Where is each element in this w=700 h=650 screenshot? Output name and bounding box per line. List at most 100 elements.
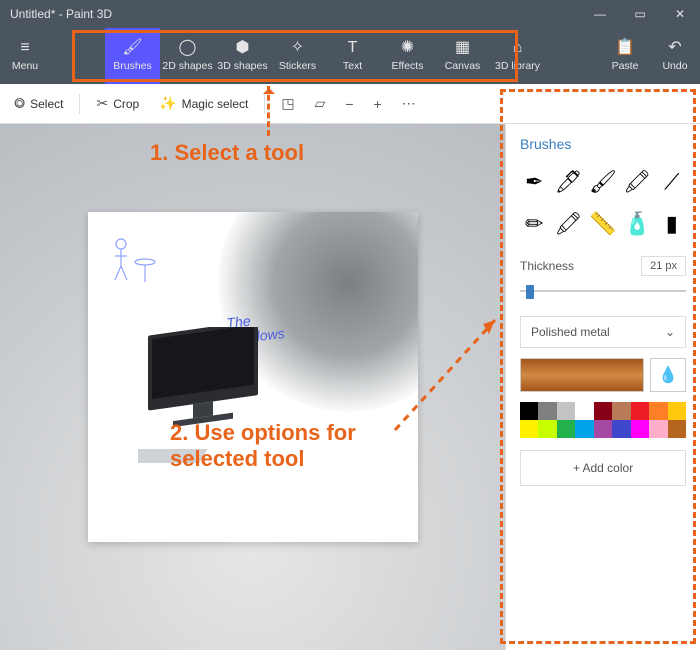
undo-button[interactable]: ↶ Undo: [650, 28, 700, 84]
app-window: Untitled* - Paint 3D — ▭ ✕ ≡ Menu 🖌 Brus…: [0, 0, 700, 650]
brush-calligraphy[interactable]: 🖊: [554, 166, 582, 198]
canvas-area[interactable]: The Windows Club: [0, 124, 505, 650]
color-swatch[interactable]: [668, 402, 686, 420]
brush-watercolor[interactable]: 🖍: [623, 166, 651, 198]
3d-library-icon: ⌂: [513, 40, 523, 56]
color-swatch[interactable]: [649, 420, 667, 438]
side-panel: Brushes ✒ 🖊 🖌 🖍 ⟋ ✏ 🖍 📏 🧴 ▮ Thickness 21…: [505, 124, 700, 650]
effects-icon: ✺: [401, 40, 414, 56]
color-swatch[interactable]: [557, 402, 575, 420]
close-button[interactable]: ✕: [660, 7, 700, 21]
eyedropper-button[interactable]: 💧: [650, 358, 686, 392]
color-swatch[interactable]: [594, 402, 612, 420]
material-value: Polished metal: [531, 325, 610, 339]
ellipsis-icon: ⋯: [402, 95, 416, 112]
minimize-button[interactable]: —: [580, 7, 620, 21]
tab-label: 2D shapes: [162, 60, 212, 72]
cursor-icon: ⭗: [14, 95, 25, 112]
brush-oil[interactable]: 🖌: [589, 166, 617, 198]
brush-grid: ✒ 🖊 🖌 🖍 ⟋ ✏ 🖍 📏 🧴 ▮: [520, 166, 686, 240]
color-swatch[interactable]: [612, 420, 630, 438]
separator: [264, 94, 265, 114]
tab-label: Brushes: [113, 60, 152, 72]
thickness-label: Thickness: [520, 259, 574, 273]
brush-icon: 🖌: [122, 40, 142, 56]
tab-text[interactable]: T Text: [325, 28, 380, 84]
material-dropdown[interactable]: Polished metal ⌄: [520, 316, 686, 348]
brush-eraser[interactable]: 📏: [589, 208, 617, 240]
color-swatch[interactable]: [631, 420, 649, 438]
magic-label: Magic select: [182, 97, 249, 111]
thickness-slider[interactable]: [520, 282, 686, 300]
add-color-button[interactable]: + Add color: [520, 450, 686, 486]
more-button[interactable]: ⋯: [396, 91, 422, 116]
brush-spray[interactable]: 🧴: [623, 208, 651, 240]
tab-3d-shapes[interactable]: ⬢ 3D shapes: [215, 28, 270, 84]
current-color-row: 💧: [520, 358, 686, 392]
crop-tool[interactable]: ✂ Crop: [90, 91, 145, 116]
magic-select-icon: ✨: [159, 95, 176, 112]
paste-button[interactable]: 📋 Paste: [600, 28, 650, 84]
plus-icon: +: [374, 96, 382, 112]
color-swatch[interactable]: [538, 402, 556, 420]
text-icon: T: [348, 40, 358, 56]
current-color-swatch[interactable]: [520, 358, 644, 392]
brush-fill[interactable]: ▮: [658, 208, 686, 240]
color-swatch[interactable]: [520, 420, 538, 438]
color-swatch[interactable]: [520, 402, 538, 420]
menu-icon: ≡: [20, 40, 29, 56]
brush-pixel[interactable]: ⟋: [658, 166, 686, 198]
canvas[interactable]: The Windows Club: [88, 212, 418, 542]
color-swatch[interactable]: [631, 402, 649, 420]
separator: [79, 94, 80, 114]
tab-label: 3D library: [495, 60, 540, 72]
zoom-out-button[interactable]: −: [339, 92, 359, 116]
menu-label: Menu: [12, 60, 38, 72]
brush-crayon[interactable]: 🖍: [554, 208, 582, 240]
tab-brushes[interactable]: 🖌 Brushes: [105, 28, 160, 84]
color-swatch[interactable]: [612, 402, 630, 420]
color-swatch[interactable]: [594, 420, 612, 438]
color-swatch[interactable]: [575, 420, 593, 438]
magic-select-tool[interactable]: ✨ Magic select: [153, 91, 254, 116]
select-tool[interactable]: ⭗ Select: [8, 91, 69, 116]
menu-button[interactable]: ≡ Menu: [0, 28, 50, 84]
tab-label: Text: [343, 60, 362, 72]
color-swatch[interactable]: [538, 420, 556, 438]
chevron-down-icon: ⌄: [665, 325, 675, 339]
color-swatch[interactable]: [557, 420, 575, 438]
tab-2d-shapes[interactable]: ◯ 2D shapes: [160, 28, 215, 84]
brush-pencil[interactable]: ✏: [520, 208, 548, 240]
color-swatch[interactable]: [575, 402, 593, 420]
canvas-icon: ▦: [455, 40, 470, 56]
color-swatch[interactable]: [668, 420, 686, 438]
app-title: Untitled* - Paint 3D: [10, 7, 112, 21]
brush-marker[interactable]: ✒: [520, 166, 548, 198]
doodle: [103, 232, 163, 295]
titlebar: Untitled* - Paint 3D — ▭ ✕: [0, 0, 700, 28]
tab-effects[interactable]: ✺ Effects: [380, 28, 435, 84]
color-palette: [520, 402, 686, 438]
color-swatch[interactable]: [649, 402, 667, 420]
thickness-row: Thickness 21 px: [520, 256, 686, 276]
view-flat-button[interactable]: ▱: [309, 91, 332, 116]
view-3d-button[interactable]: ◳: [275, 91, 300, 116]
tab-label: 3D shapes: [217, 60, 267, 72]
3d-shapes-icon: ⬢: [236, 40, 250, 56]
crop-icon: ✂: [96, 95, 108, 112]
minus-icon: −: [345, 96, 353, 112]
maximize-button[interactable]: ▭: [620, 7, 660, 21]
zoom-in-button[interactable]: +: [368, 92, 388, 116]
thickness-value[interactable]: 21 px: [641, 256, 686, 276]
cube-icon: ◳: [281, 95, 294, 112]
workspace: The Windows Club: [0, 124, 700, 650]
flat-icon: ▱: [315, 95, 326, 112]
secondary-toolbar: ⭗ Select ✂ Crop ✨ Magic select ◳ ▱ − + ⋯: [0, 84, 700, 124]
tab-3d-library[interactable]: ⌂ 3D library: [490, 28, 545, 84]
ribbon: ≡ Menu 🖌 Brushes ◯ 2D shapes ⬢ 3D shapes…: [0, 28, 700, 84]
tab-stickers[interactable]: ✧ Stickers: [270, 28, 325, 84]
tab-canvas[interactable]: ▦ Canvas: [435, 28, 490, 84]
panel-title: Brushes: [520, 136, 686, 152]
select-label: Select: [30, 97, 63, 111]
crop-label: Crop: [113, 97, 139, 111]
